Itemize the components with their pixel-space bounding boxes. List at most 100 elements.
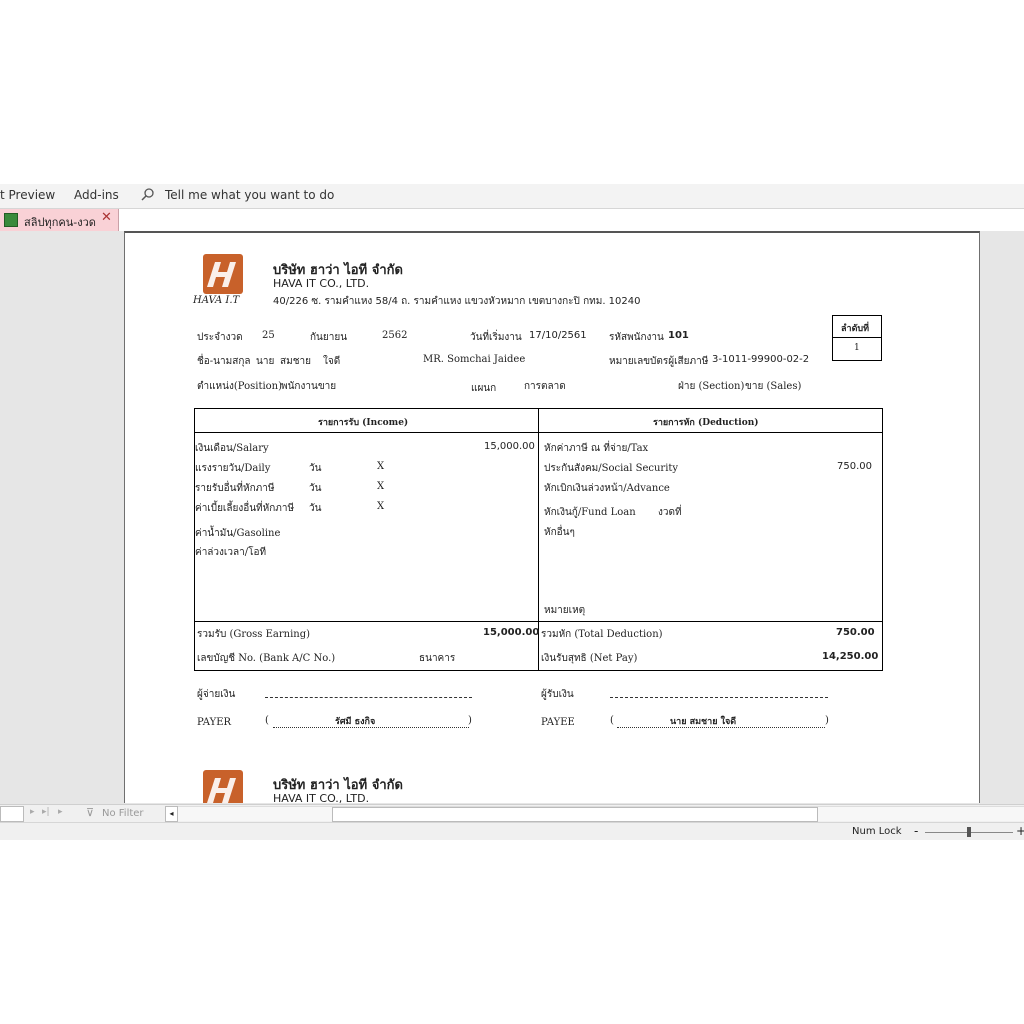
period-year: 2562 bbox=[382, 330, 408, 341]
filter-icon: ⊽ bbox=[86, 806, 95, 819]
num-lock-indicator: Num Lock bbox=[852, 826, 902, 837]
allowance-unit: วัน bbox=[309, 503, 322, 514]
company-logo bbox=[203, 254, 243, 294]
print-preview-area[interactable]: HAVA I.T บริษัท ฮาว่า ไอที จำกัด HAVA IT… bbox=[0, 231, 1024, 803]
deduction-header: รายการหัก (Deduction) bbox=[653, 418, 759, 428]
name-prefix-th: นาย bbox=[256, 356, 275, 367]
section-label: ฝ่าย (Section) bbox=[678, 381, 745, 392]
position-value: พนักงานขาย bbox=[281, 381, 337, 392]
position-label: ตำแหน่ง(Position) bbox=[197, 381, 283, 392]
installment-label: งวดที่ bbox=[658, 507, 682, 518]
payer-signature-line bbox=[265, 697, 472, 698]
company-name-en-2: HAVA IT CO., LTD. bbox=[273, 792, 370, 803]
logo-h-icon bbox=[207, 262, 236, 287]
record-number-box[interactable] bbox=[0, 806, 24, 822]
last-record-icon[interactable]: ▸| bbox=[42, 807, 50, 817]
payslip-page: HAVA I.T บริษัท ฮาว่า ไอที จำกัด HAVA IT… bbox=[124, 231, 980, 803]
salary-label: เงินเดือน/Salary bbox=[195, 443, 269, 454]
social-security-value: 750.00 bbox=[837, 461, 872, 472]
social-security-label: ประกันสังคม/Social Security bbox=[544, 463, 679, 474]
department-value: การตลาด bbox=[524, 381, 566, 392]
ribbon-tabs: t Preview Add-ins Tell me what you want … bbox=[0, 184, 1024, 209]
payee-label-th: ผู้รับเงิน bbox=[541, 689, 574, 700]
section-value: ขาย (Sales) bbox=[745, 381, 802, 392]
other-taxable-x: X bbox=[377, 481, 385, 492]
horizontal-scrollbar[interactable] bbox=[178, 806, 1024, 822]
search-icon bbox=[141, 187, 155, 204]
start-date-value: 17/10/2561 bbox=[529, 330, 587, 341]
tell-me-box[interactable]: Tell me what you want to do bbox=[165, 188, 334, 202]
company-logo-2 bbox=[203, 770, 243, 803]
tab-print-preview[interactable]: t Preview bbox=[0, 188, 55, 202]
close-icon[interactable]: ✕ bbox=[101, 210, 112, 225]
zoom-out-button[interactable]: - bbox=[914, 824, 918, 838]
name-en: MR. Somchai Jaidee bbox=[423, 354, 526, 365]
table-total-divider bbox=[194, 621, 882, 622]
name-first-th: สมชาย bbox=[280, 356, 311, 367]
report-tab[interactable]: สลิปทุกคน-งวด ✕ bbox=[0, 209, 119, 231]
tax-id-label: หมายเลขบัตรผู้เสียภาษี bbox=[609, 356, 709, 367]
status-bar: Num Lock - + bbox=[0, 822, 1024, 840]
period-month: กันยายน bbox=[310, 332, 348, 343]
daily-x: X bbox=[377, 461, 385, 472]
access-window: t Preview Add-ins Tell me what you want … bbox=[0, 184, 1024, 840]
report-tab-label: สลิปทุกคน-งวด bbox=[24, 216, 96, 229]
tax-label: หักค่าภาษี ณ ที่จ่าย/Tax bbox=[544, 443, 649, 454]
table-header-divider bbox=[194, 432, 882, 433]
bank-account-label: เลขบัญชี No. (Bank A/C No.) bbox=[197, 653, 336, 664]
payee-label-en: PAYEE bbox=[541, 717, 575, 728]
payer-label-en: PAYER bbox=[197, 717, 232, 728]
payer-open-paren: ( bbox=[265, 715, 269, 726]
gross-earning-label: รวมรับ (Gross Earning) bbox=[197, 629, 311, 640]
sequence-value: 1 bbox=[854, 343, 860, 353]
next-record-icon[interactable]: ▸ bbox=[30, 807, 35, 817]
name-label: ชื่อ-นามสกุล bbox=[197, 356, 251, 367]
payer-label-th: ผู้จ่ายเงิน bbox=[197, 689, 236, 700]
allowance-x: X bbox=[377, 501, 385, 512]
period-day: 25 bbox=[262, 330, 275, 341]
new-record-icon[interactable]: ▸ bbox=[58, 807, 63, 817]
tab-addins[interactable]: Add-ins bbox=[74, 188, 119, 202]
record-navigation-bar: ▸ ▸| ▸ ⊽ No Filter ◂ bbox=[0, 804, 1024, 823]
gasoline-label: ค่าน้ำมัน/Gasoline bbox=[195, 528, 281, 539]
payee-signature-line bbox=[610, 697, 828, 698]
total-deduction-value: 750.00 bbox=[836, 627, 875, 638]
gross-earning-value: 15,000.00 bbox=[483, 627, 540, 638]
report-icon bbox=[4, 213, 18, 227]
payer-name: รัศมี ธงกิจ bbox=[335, 717, 376, 727]
overtime-label: ค่าล่วงเวลา/โอที bbox=[195, 547, 267, 558]
allowance-label: ค่าเบี้ยเลี้ยงอื่นที่หักภาษี bbox=[195, 503, 295, 514]
period-label: ประจำงวด bbox=[197, 332, 243, 343]
daily-unit: วัน bbox=[309, 463, 322, 474]
advance-label: หักเบิกเงินล่วงหน้า/Advance bbox=[544, 483, 670, 494]
tax-id-value: 3-1011-99900-02-2 bbox=[712, 354, 810, 365]
payee-open-paren: ( bbox=[610, 715, 614, 726]
no-filter-label[interactable]: No Filter bbox=[102, 808, 144, 819]
company-address: 40/226 ซ. รามคำแหง 58/4 ถ. รามคำแหง แขวง… bbox=[273, 296, 641, 307]
total-deduction-label: รวมหัก (Total Deduction) bbox=[541, 629, 663, 640]
daily-label: แรงรายวัน/Daily bbox=[195, 463, 271, 474]
name-last-th: ใจดี bbox=[323, 356, 341, 367]
department-label: แผนก bbox=[471, 383, 497, 394]
zoom-slider-handle[interactable] bbox=[967, 827, 971, 837]
other-deduction-label: หักอื่นๆ bbox=[544, 527, 575, 538]
sequence-divider bbox=[832, 337, 881, 338]
logo-h-icon-2 bbox=[207, 778, 236, 803]
income-header: รายการรับ (Income) bbox=[318, 418, 409, 428]
bank-name-label: ธนาคาร bbox=[419, 653, 456, 664]
scroll-left-button[interactable]: ◂ bbox=[165, 806, 178, 822]
company-name-en: HAVA IT CO., LTD. bbox=[273, 277, 370, 290]
fund-loan-label: หักเงินกู้/Fund Loan bbox=[544, 507, 636, 518]
employee-code-value: 101 bbox=[668, 330, 689, 341]
employee-code-label: รหัสพนักงาน bbox=[609, 332, 664, 343]
other-taxable-label: รายรับอื่นที่หักภาษี bbox=[195, 483, 275, 494]
scrollbar-thumb[interactable] bbox=[332, 807, 818, 822]
remark-label: หมายเหตุ bbox=[544, 605, 586, 616]
sequence-label: ลำดับที่ bbox=[841, 324, 870, 334]
payee-close-paren: ) bbox=[825, 715, 829, 726]
salary-value: 15,000.00 bbox=[484, 441, 535, 452]
document-tab-bar: สลิปทุกคน-งวด ✕ bbox=[0, 209, 1024, 232]
start-date-label: วันที่เริ่มงาน bbox=[470, 332, 522, 343]
zoom-in-button[interactable]: + bbox=[1016, 824, 1024, 838]
payee-name: นาย สมชาย ใจดี bbox=[670, 717, 737, 727]
